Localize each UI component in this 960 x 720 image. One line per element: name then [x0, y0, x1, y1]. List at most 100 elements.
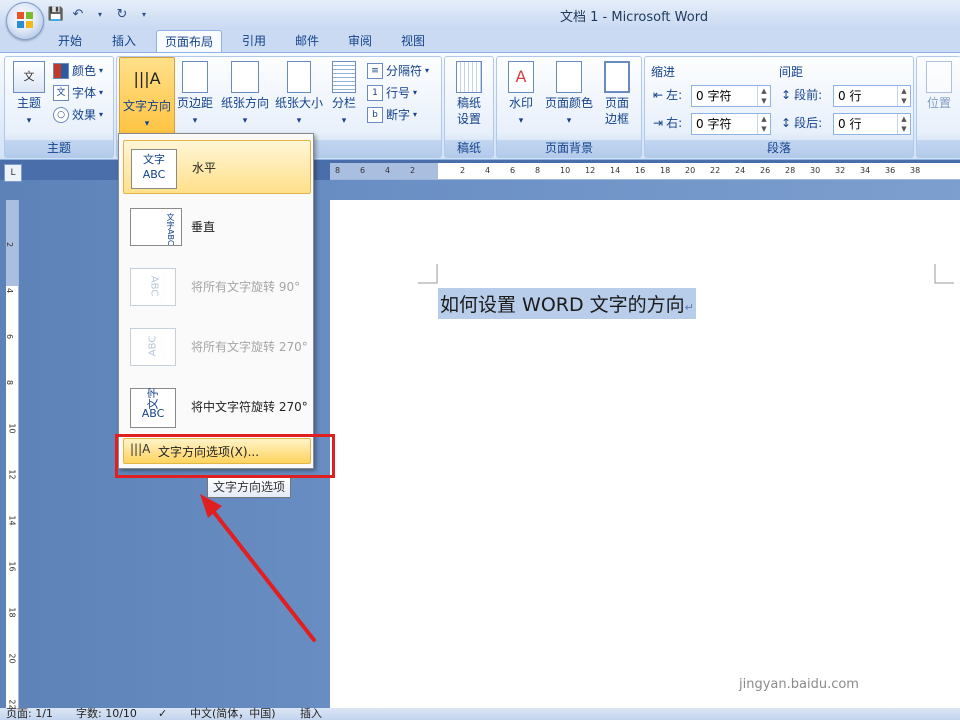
watermark-brand: Baidu经验: [735, 636, 920, 676]
tab-selector-button[interactable]: L: [4, 164, 22, 182]
spacing-before-spinner[interactable]: ▲ ▼: [897, 86, 910, 106]
ruler-number: 10: [7, 423, 17, 434]
quick-access-toolbar: 💾 ↶ ▾ ↻ ▾: [48, 4, 152, 24]
indent-right-spinner[interactable]: ▲ ▼: [757, 114, 770, 134]
customize-qat-icon[interactable]: ▾: [136, 6, 152, 22]
watermark-icon: A: [508, 61, 534, 93]
manuscript-group: 稿纸 设置 稿纸: [444, 56, 494, 158]
tab-mailings[interactable]: 邮件: [287, 30, 327, 52]
page-borders-button[interactable]: 页面 边框: [599, 61, 635, 127]
ruler-number: 34: [860, 166, 871, 175]
indent-title: 缩进: [651, 65, 676, 79]
ruler-number: 26: [760, 166, 771, 175]
theme-group-label: 主题: [5, 140, 113, 157]
tab-insert[interactable]: 插入: [104, 30, 144, 52]
chevron-down-icon[interactable]: ▾: [92, 6, 108, 22]
manuscript-group-label: 稿纸: [445, 140, 493, 157]
margins-button[interactable]: 页边距 ▾: [175, 61, 215, 129]
rotate-90-icon: ABC: [130, 268, 176, 306]
hyphenation-button[interactable]: b 断字 ▾: [367, 105, 417, 125]
theme-fonts-button[interactable]: 文 字体 ▾: [53, 83, 103, 103]
theme-effects-button[interactable]: ○ 效果 ▾: [53, 105, 103, 125]
indent-right-input[interactable]: 0 字符 ▲ ▼: [691, 113, 771, 135]
tab-page-layout[interactable]: 页面布局: [156, 30, 223, 53]
ruler-number: 4: [5, 287, 15, 294]
ruler-number: 4: [385, 166, 391, 175]
manuscript-icon: [456, 61, 482, 93]
ruler-number: 8: [535, 166, 541, 175]
document-text-selected[interactable]: 如何设置 WORD 文字的方向↵: [438, 288, 696, 319]
spacing-after-spinner[interactable]: ▲ ▼: [897, 114, 910, 134]
menu-item-rotate-90: ABC 将所有文字旋转 90°: [123, 260, 309, 312]
ruler-number: 8: [5, 379, 15, 386]
theme-colors-button[interactable]: 颜色 ▾: [53, 61, 103, 81]
arrange-group: 位置: [916, 56, 960, 158]
spacing-after-input[interactable]: 0 行 ▲ ▼: [833, 113, 911, 135]
effects-icon: ○: [53, 107, 69, 123]
rotate-cjk-icon: 文字 ABC: [130, 388, 176, 428]
orientation-icon: [231, 61, 259, 93]
menu-item-horizontal[interactable]: 文字 ABC 水平: [123, 140, 311, 194]
office-button[interactable]: [6, 2, 44, 40]
indent-left-icon: ⇤: [653, 88, 664, 102]
ruler-number: 4: [485, 166, 491, 175]
ruler-number: 18: [660, 166, 671, 175]
ruler-number: 20: [7, 653, 17, 664]
theme-group: 文 主题 ▾ 颜色 ▾ 文 字体 ▾ ○ 效果 ▾ 主题: [4, 56, 114, 158]
orientation-button[interactable]: 纸张方向 ▾: [219, 61, 271, 129]
ruler-number: 2: [410, 166, 416, 175]
size-button[interactable]: 纸张大小 ▾: [273, 61, 325, 129]
ruler-number: 10: [560, 166, 571, 175]
spacing-before-icon: ↕: [781, 88, 792, 102]
hyphenation-icon: b: [367, 107, 383, 123]
ruler-number: 32: [835, 166, 846, 175]
redo-icon[interactable]: ↻: [114, 6, 130, 22]
status-page[interactable]: 页面: 1/1: [6, 708, 53, 720]
tab-home[interactable]: 开始: [50, 30, 90, 52]
indent-left-input[interactable]: 0 字符 ▲ ▼: [691, 85, 771, 107]
line-numbers-button[interactable]: 1 行号 ▾: [367, 83, 417, 103]
themes-button[interactable]: 文 主题 ▾: [9, 61, 49, 129]
undo-icon[interactable]: ↶: [70, 6, 86, 22]
ruler-number: 30: [810, 166, 821, 175]
manuscript-settings-button[interactable]: 稿纸 设置: [449, 61, 489, 127]
menu-item-vertical[interactable]: 文字ABC 垂直: [123, 200, 309, 252]
window-title: 文档 1 - Microsoft Word: [560, 10, 709, 25]
tab-references[interactable]: 引用: [234, 30, 274, 52]
ruler-number: 12: [7, 469, 17, 480]
proofing-icon[interactable]: ✓: [158, 708, 167, 720]
spacing-after-label: ↕ 段后:: [781, 113, 822, 133]
ruler-number: 38: [910, 166, 921, 175]
status-bar: 页面: 1/1 字数: 10/10 ✓ 中文(简体，中国) 插入: [0, 708, 960, 720]
watermark: Baidu经验 jingyan.baidu.com: [735, 628, 919, 692]
line-numbers-icon: 1: [367, 85, 383, 101]
paragraph-group-label: 段落: [645, 140, 913, 157]
ruler-number: 8: [335, 166, 341, 175]
position-button[interactable]: 位置: [921, 61, 957, 111]
tab-review[interactable]: 审阅: [340, 30, 380, 52]
page-color-button[interactable]: 页面颜色 ▾: [543, 61, 595, 129]
status-mode[interactable]: 插入: [300, 708, 322, 720]
watermark-button[interactable]: A 水印 ▾: [501, 61, 541, 129]
save-icon[interactable]: 💾: [48, 6, 64, 22]
spacing-before-input[interactable]: 0 行 ▲ ▼: [833, 85, 911, 107]
paragraph-mark-icon: ↵: [684, 301, 694, 314]
tab-view[interactable]: 视图: [393, 30, 433, 52]
columns-button[interactable]: 分栏 ▾: [329, 61, 359, 129]
text-direction-button[interactable]: |||A 文字方向 ▾: [119, 57, 175, 139]
ruler-number: 22: [710, 166, 721, 175]
paragraph-group: 缩进 ⇤ 左: 0 字符 ▲ ▼ ⇥ 右: 0 字符 ▲ ▼ 间距 ↕ 段前: 0 …: [644, 56, 914, 158]
indent-left-spinner[interactable]: ▲ ▼: [757, 86, 770, 106]
status-words[interactable]: 字数: 10/10: [76, 708, 137, 720]
horizontal-text-icon: 文字 ABC: [131, 149, 177, 189]
office-logo-icon: [17, 12, 33, 28]
breaks-button[interactable]: ≡ 分隔符 ▾: [367, 61, 429, 81]
ruler-number: 16: [7, 561, 17, 572]
status-language[interactable]: 中文(简体，中国): [190, 708, 276, 720]
menu-item-rotate-cjk-270[interactable]: 文字 ABC 将中文字符旋转 270°: [123, 380, 309, 432]
ruler-number: 6: [360, 166, 366, 175]
ruler-left-margin: [330, 163, 438, 179]
annotation-arrow: [200, 494, 316, 642]
margins-icon: [182, 61, 208, 93]
arrange-group-label: [917, 140, 960, 157]
